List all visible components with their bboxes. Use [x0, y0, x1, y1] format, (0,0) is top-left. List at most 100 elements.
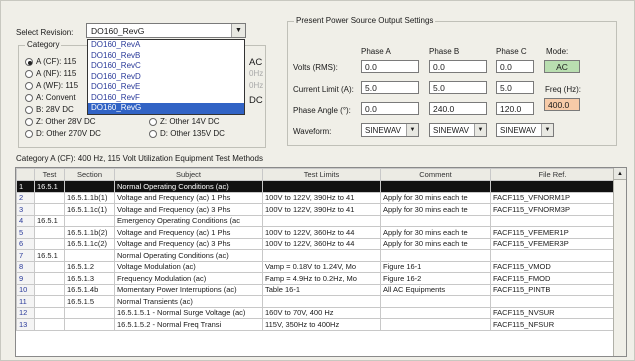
phase-c-angle-input[interactable]: 120.0: [496, 102, 534, 115]
table-cell[interactable]: 115V, 350Hz to 400Hz: [262, 318, 381, 331]
table-cell[interactable]: FACF115_VFNORM1P: [490, 191, 615, 204]
table-cell[interactable]: [64, 318, 115, 331]
table-cell[interactable]: [34, 203, 65, 216]
table-row[interactable]: 5 16.5.1.1b(2) Voltage and Frequency (ac) …: [16, 226, 615, 239]
phase-a-current-input[interactable]: 5.0: [361, 81, 419, 94]
row-number[interactable]: 5: [16, 226, 35, 239]
table-row[interactable]: 13 16.5.1.5.2 - Normal Freq Transi 115V, 3…: [16, 318, 615, 331]
phase-c-current-input[interactable]: 5.0: [496, 81, 534, 94]
table-cell[interactable]: [34, 191, 65, 204]
table-row[interactable]: 12 16.5.1.5.1 - Normal Surge Voltage (ac)…: [16, 306, 615, 319]
table-row[interactable]: 10 16.5.1.4b Momentary Power Interruptions…: [16, 283, 615, 296]
table-cell[interactable]: 16.5.1.1b(1): [64, 191, 115, 204]
table-cell[interactable]: [34, 272, 65, 285]
table-cell[interactable]: 16.5.1.4b: [64, 283, 115, 296]
vertical-scrollbar[interactable]: ▲: [613, 168, 626, 356]
table-cell[interactable]: 100V to 122V, 360Hz to 44: [262, 237, 381, 250]
table-cell[interactable]: [64, 214, 115, 227]
category-option[interactable]: A (NF): 115: [25, 69, 76, 78]
table-row[interactable]: 1 16.5.1 Normal Operating Conditions (ac): [16, 180, 615, 193]
table-cell[interactable]: Normal Operating Conditions (ac): [114, 249, 263, 262]
table-cell[interactable]: [34, 226, 65, 239]
radio-button[interactable]: [149, 129, 157, 138]
table-cell[interactable]: Figure 16-1: [380, 260, 491, 273]
table-cell[interactable]: 16.5.1.1b(2): [64, 226, 115, 239]
table-cell[interactable]: 16.5.1: [34, 214, 65, 227]
row-number[interactable]: 8: [16, 260, 35, 273]
table-cell[interactable]: Apply for 30 mins each te: [380, 237, 491, 250]
table-cell[interactable]: FACF115_PINTB: [490, 283, 615, 296]
column-header[interactable]: Test Limits: [262, 168, 381, 181]
table-cell[interactable]: [262, 249, 381, 262]
category-option[interactable]: Z: Other 14V DC: [149, 117, 220, 126]
table-cell[interactable]: [380, 180, 491, 193]
revision-option[interactable]: DO160_RevF: [88, 93, 244, 104]
category-option[interactable]: AC: [249, 57, 262, 68]
table-cell[interactable]: 16.5.1.2: [64, 260, 115, 273]
phase-b-waveform-select[interactable]: SINEWAV ▼: [429, 123, 487, 137]
table-row[interactable]: 7 16.5.1 Normal Operating Conditions (ac): [16, 249, 615, 262]
radio-button[interactable]: [25, 57, 33, 66]
table-row[interactable]: 9 16.5.1.3 Frequency Modulation (ac) Famp =…: [16, 272, 615, 285]
row-number[interactable]: 11: [16, 295, 35, 308]
table-cell[interactable]: [490, 214, 615, 227]
radio-button[interactable]: [25, 117, 33, 126]
table-cell[interactable]: FACF115_NFSUR: [490, 318, 615, 331]
category-option[interactable]: A: Convent: [25, 93, 76, 102]
category-option[interactable]: B: 28V DC: [25, 105, 74, 114]
table-cell[interactable]: 100V to 122V, 390Hz to 41: [262, 203, 381, 216]
table-cell[interactable]: FACF115_VFEMER1P: [490, 226, 615, 239]
table-cell[interactable]: [34, 318, 65, 331]
table-cell[interactable]: Table 16-1: [262, 283, 381, 296]
category-option[interactable]: D: Other 135V DC: [149, 129, 225, 138]
category-option[interactable]: Z: Other 28V DC: [25, 117, 96, 126]
row-number[interactable]: 2: [16, 191, 35, 204]
table-cell[interactable]: Voltage and Frequency (ac) 3 Phs: [114, 237, 263, 250]
table-cell[interactable]: 16.5.1.5.2 - Normal Freq Transi: [114, 318, 263, 331]
column-header[interactable]: Comment: [380, 168, 491, 181]
revision-option[interactable]: DO160_RevB: [88, 51, 244, 62]
table-cell[interactable]: Apply for 30 mins each te: [380, 226, 491, 239]
phase-b-current-input[interactable]: 5.0: [429, 81, 487, 94]
table-cell[interactable]: Voltage Modulation (ac): [114, 260, 263, 273]
category-option[interactable]: A (CF): 115: [25, 57, 76, 66]
phase-b-volts-input[interactable]: 0.0: [429, 60, 487, 73]
column-header[interactable]: Test: [34, 168, 65, 181]
table-cell[interactable]: 16.5.1.3: [64, 272, 115, 285]
table-cell[interactable]: 16.5.1.1c(1): [64, 203, 115, 216]
category-option[interactable]: 0Hz: [249, 81, 263, 90]
table-cell[interactable]: Apply for 30 mins each te: [380, 191, 491, 204]
row-number[interactable]: 13: [16, 318, 35, 331]
category-option[interactable]: A (WF): 115: [25, 81, 78, 90]
table-cell[interactable]: FACF115_VFNORM3P: [490, 203, 615, 216]
phase-b-angle-input[interactable]: 240.0: [429, 102, 487, 115]
revision-option[interactable]: DO160_RevG: [88, 103, 244, 114]
table-cell[interactable]: 100V to 122V, 360Hz to 44: [262, 226, 381, 239]
table-cell[interactable]: [490, 180, 615, 193]
table-cell[interactable]: Voltage and Frequency (ac) 3 Phs: [114, 203, 263, 216]
chevron-down-icon[interactable]: ▼: [231, 24, 245, 37]
table-cell[interactable]: [380, 295, 491, 308]
table-cell[interactable]: [34, 295, 65, 308]
table-cell[interactable]: 16.5.1.5: [64, 295, 115, 308]
table-cell[interactable]: FACF115_VMOD: [490, 260, 615, 273]
row-number[interactable]: 3: [16, 203, 35, 216]
table-cell[interactable]: FACF115_FMOD: [490, 272, 615, 285]
table-cell[interactable]: FACF115_VFEMER3P: [490, 237, 615, 250]
row-number[interactable]: 12: [16, 306, 35, 319]
table-cell[interactable]: FACF115_NVSUR: [490, 306, 615, 319]
phase-c-waveform-select[interactable]: SINEWAV ▼: [496, 123, 554, 137]
table-cell[interactable]: Momentary Power Interruptions (ac): [114, 283, 263, 296]
table-row[interactable]: 11 16.5.1.5 Normal Transients (ac): [16, 295, 615, 308]
radio-button[interactable]: [25, 93, 33, 102]
table-row[interactable]: 3 16.5.1.1c(1) Voltage and Frequency (ac) …: [16, 203, 615, 216]
phase-c-volts-input[interactable]: 0.0: [496, 60, 534, 73]
revision-option[interactable]: DO160_RevA: [88, 40, 244, 51]
revision-dropdown-list[interactable]: DO160_RevA DO160_RevB DO160_RevC DO160_RevD…: [87, 39, 245, 115]
table-cell[interactable]: [262, 214, 381, 227]
table-cell[interactable]: [490, 249, 615, 262]
table-cell[interactable]: [262, 295, 381, 308]
table-cell[interactable]: 16.5.1: [34, 249, 65, 262]
category-option[interactable]: 0Hz: [249, 69, 263, 78]
table-cell[interactable]: [64, 249, 115, 262]
